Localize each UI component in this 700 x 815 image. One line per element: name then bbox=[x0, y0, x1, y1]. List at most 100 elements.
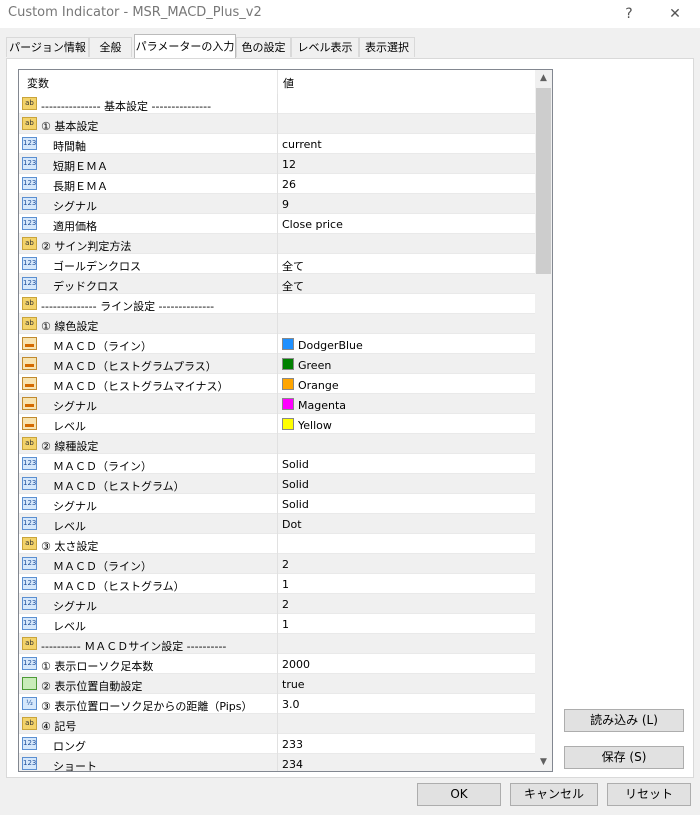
cell-divider bbox=[277, 674, 278, 694]
parameter-row[interactable]: ab ② サイン判定方法 bbox=[19, 234, 535, 254]
tab-input-parameters[interactable]: パラメーターの入力 bbox=[134, 34, 236, 58]
parameter-value-text: 1 bbox=[282, 578, 289, 591]
parameter-value[interactable]: 2 bbox=[282, 558, 289, 571]
tab-version-info[interactable]: パージョン情報 bbox=[6, 37, 89, 57]
parameter-value[interactable]: Close price bbox=[282, 218, 343, 231]
scroll-up-arrow-icon[interactable]: ▲ bbox=[535, 70, 552, 86]
parameter-row[interactable]: ＭＡＣＤ（ヒストグラムマイナス） Orange bbox=[19, 374, 535, 394]
parameter-row[interactable]: ½ ③ 表示位置ローソク足からの距離（Pips） 3.0 bbox=[19, 694, 535, 714]
parameter-value[interactable]: current bbox=[282, 138, 322, 151]
integer-type-icon: 123 bbox=[22, 177, 37, 190]
string-type-icon: ab bbox=[22, 437, 37, 450]
parameter-value[interactable]: 全て bbox=[282, 278, 304, 294]
parameter-row[interactable]: 123 ショート 234 bbox=[19, 754, 535, 771]
cell-divider bbox=[277, 574, 278, 594]
help-button[interactable]: ? bbox=[614, 3, 644, 25]
parameter-value[interactable]: 全て bbox=[282, 258, 304, 274]
parameter-value[interactable]: 233 bbox=[282, 738, 303, 751]
parameter-value[interactable]: 3.0 bbox=[282, 698, 300, 711]
parameter-row[interactable]: 123 長期ＥＭＡ 26 bbox=[19, 174, 535, 194]
column-divider[interactable] bbox=[277, 70, 278, 94]
parameter-row[interactable]: ＭＡＣＤ（ヒストグラムプラス） Green bbox=[19, 354, 535, 374]
parameter-value[interactable]: Solid bbox=[282, 478, 309, 491]
cell-divider bbox=[277, 634, 278, 654]
cell-divider bbox=[277, 94, 278, 114]
parameter-row[interactable]: 123 シグナル Solid bbox=[19, 494, 535, 514]
parameter-row[interactable]: ab ③ 太さ設定 bbox=[19, 534, 535, 554]
parameter-row[interactable]: 123 ＭＡＣＤ（ライン） 2 bbox=[19, 554, 535, 574]
parameter-value[interactable]: DodgerBlue bbox=[282, 338, 363, 352]
parameter-value-text: true bbox=[282, 678, 305, 691]
parameter-value[interactable]: Dot bbox=[282, 518, 302, 531]
cell-divider bbox=[277, 474, 278, 494]
parameter-row[interactable]: 123 短期ＥＭＡ 12 bbox=[19, 154, 535, 174]
parameter-row[interactable]: ab --------------- 基本設定 --------------- bbox=[19, 94, 535, 114]
tab-visualization[interactable]: 表示選択 bbox=[359, 37, 415, 57]
parameter-value-text: Solid bbox=[282, 498, 309, 511]
parameter-row[interactable]: ② 表示位置自動設定 true bbox=[19, 674, 535, 694]
parameter-value[interactable]: Solid bbox=[282, 458, 309, 471]
parameter-row[interactable]: ab ① 基本設定 bbox=[19, 114, 535, 134]
parameter-row[interactable]: 123 シグナル 2 bbox=[19, 594, 535, 614]
save-button[interactable]: 保存 (S) bbox=[564, 746, 684, 769]
parameter-name: ② 線種設定 bbox=[41, 440, 99, 453]
parameter-value[interactable]: 234 bbox=[282, 758, 303, 771]
parameter-row[interactable]: 123 シグナル 9 bbox=[19, 194, 535, 214]
parameter-row[interactable]: 123 ゴールデンクロス 全て bbox=[19, 254, 535, 274]
cell-divider bbox=[277, 514, 278, 534]
vertical-scrollbar[interactable]: ▲ ▼ bbox=[535, 70, 552, 771]
scroll-down-arrow-icon[interactable]: ▼ bbox=[535, 754, 552, 770]
parameter-row[interactable]: 123 適用価格 Close price bbox=[19, 214, 535, 234]
parameter-row[interactable]: 123 ＭＡＣＤ（ヒストグラム） 1 bbox=[19, 574, 535, 594]
string-type-icon: ab bbox=[22, 317, 37, 330]
parameter-row[interactable]: 123 ＭＡＣＤ（ヒストグラム） Solid bbox=[19, 474, 535, 494]
cancel-button[interactable]: キャンセル bbox=[510, 783, 598, 806]
integer-type-icon: 123 bbox=[22, 617, 37, 630]
parameter-value[interactable]: Magenta bbox=[282, 398, 346, 412]
parameter-value[interactable]: Green bbox=[282, 358, 331, 372]
load-button[interactable]: 読み込み (L) bbox=[564, 709, 684, 732]
parameter-value[interactable]: Yellow bbox=[282, 418, 332, 432]
parameter-value[interactable]: 1 bbox=[282, 578, 289, 591]
close-button[interactable]: ✕ bbox=[660, 3, 690, 25]
parameter-row[interactable]: 123 ① 表示ローソク足本数 2000 bbox=[19, 654, 535, 674]
parameter-name: レベル bbox=[53, 420, 86, 433]
parameter-value[interactable]: 26 bbox=[282, 178, 296, 191]
parameter-row[interactable]: ＭＡＣＤ（ライン） DodgerBlue bbox=[19, 334, 535, 354]
reset-button[interactable]: リセット bbox=[607, 783, 691, 806]
scroll-thumb[interactable] bbox=[536, 88, 551, 274]
parameter-row[interactable]: ab -------------- ライン設定 -------------- bbox=[19, 294, 535, 314]
parameter-value[interactable]: 1 bbox=[282, 618, 289, 631]
parameter-row[interactable]: レベル Yellow bbox=[19, 414, 535, 434]
tab-colors[interactable]: 色の設定 bbox=[236, 37, 291, 57]
parameter-row[interactable]: 123 レベル Dot bbox=[19, 514, 535, 534]
parameter-row[interactable]: 123 時間軸 current bbox=[19, 134, 535, 154]
column-header-variable[interactable]: 変数 bbox=[27, 75, 49, 91]
parameter-value[interactable]: 9 bbox=[282, 198, 289, 211]
parameter-grid[interactable]: 変数 値 ab --------------- 基本設定 ------------… bbox=[18, 69, 553, 772]
cell-divider bbox=[277, 314, 278, 334]
tab-general[interactable]: 全般 bbox=[89, 37, 132, 57]
parameter-row[interactable]: ab ② 線種設定 bbox=[19, 434, 535, 454]
parameter-row[interactable]: 123 ロング 233 bbox=[19, 734, 535, 754]
parameter-row[interactable]: シグナル Magenta bbox=[19, 394, 535, 414]
parameter-row[interactable]: 123 ＭＡＣＤ（ライン） Solid bbox=[19, 454, 535, 474]
tab-levels[interactable]: レベル表示 bbox=[291, 37, 359, 57]
ok-button[interactable]: OK bbox=[417, 783, 501, 806]
parameter-value[interactable]: Orange bbox=[282, 378, 339, 392]
column-header-value[interactable]: 値 bbox=[283, 75, 294, 91]
parameter-row[interactable]: 123 デッドクロス 全て bbox=[19, 274, 535, 294]
parameter-value[interactable]: 2 bbox=[282, 598, 289, 611]
integer-type-icon: 123 bbox=[22, 497, 37, 510]
parameter-row[interactable]: ab ① 線色設定 bbox=[19, 314, 535, 334]
parameter-row[interactable]: 123 レベル 1 bbox=[19, 614, 535, 634]
parameter-value-text: Solid bbox=[282, 478, 309, 491]
parameter-row[interactable]: ab ④ 記号 bbox=[19, 714, 535, 734]
parameter-row[interactable]: ab ---------- ＭＡＣＤサイン設定 ---------- bbox=[19, 634, 535, 654]
parameter-value[interactable]: Solid bbox=[282, 498, 309, 511]
parameter-value-text: Green bbox=[298, 359, 332, 372]
parameter-value[interactable]: true bbox=[282, 678, 305, 691]
parameter-value[interactable]: 12 bbox=[282, 158, 296, 171]
parameter-value[interactable]: 2000 bbox=[282, 658, 310, 671]
cell-divider bbox=[277, 434, 278, 454]
